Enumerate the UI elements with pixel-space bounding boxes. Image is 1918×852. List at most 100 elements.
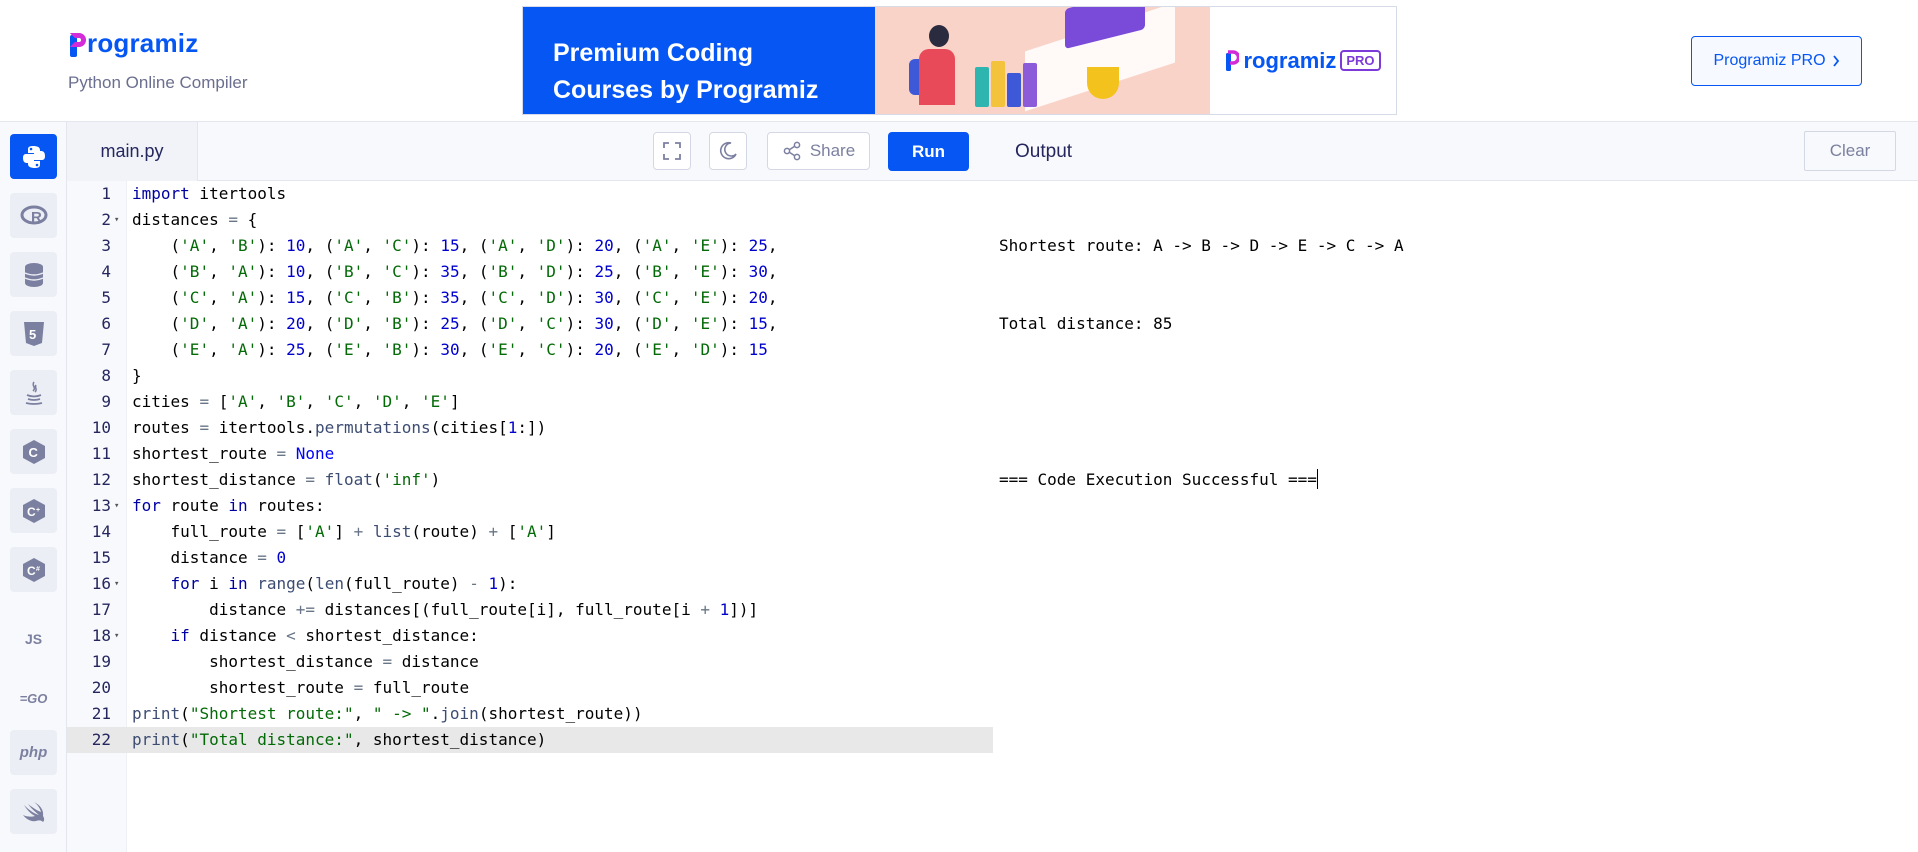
code-line[interactable]: 3 ('A', 'B'): 10, ('A', 'C'): 15, ('A', … [67, 233, 993, 259]
code-text: ('B', 'A'): 10, ('B', 'C'): 35, ('B', 'D… [132, 262, 778, 281]
line-number: 17 [91, 600, 111, 619]
code-text: shortest_route = full_route [132, 678, 470, 697]
output-line: === Code Execution Successful === [999, 467, 1404, 493]
fold-toggle-icon[interactable]: ▾ [114, 207, 119, 233]
programiz-logo[interactable]: rogramiz [68, 28, 198, 59]
swift-icon[interactable] [10, 789, 57, 834]
line-number: 9 [101, 392, 111, 411]
code-editor[interactable]: 1 import itertools 2 ▾ distances = {3 ('A', … [67, 181, 993, 852]
code-text: distance = 0 [132, 548, 287, 567]
code-line[interactable]: 10 routes = itertools.permutations(cities… [67, 415, 993, 441]
line-number: 7 [101, 340, 111, 359]
output-line: Shortest route: A -> B -> D -> E -> C ->… [999, 236, 1404, 255]
svg-text:+: + [36, 507, 40, 514]
code-line[interactable]: 17 distance += distances[(full_route[i],… [67, 597, 993, 623]
line-number: 4 [101, 262, 111, 281]
code-line[interactable]: 1 import itertools [67, 181, 993, 207]
line-number: 5 [101, 288, 111, 307]
svg-text:R: R [31, 209, 42, 226]
code-line[interactable]: 12 shortest_distance = float('inf') [67, 467, 993, 493]
code-line[interactable]: 11 shortest_route = None [67, 441, 993, 467]
code-line[interactable]: 15 distance = 0 [67, 545, 993, 571]
html5-icon[interactable]: 5 [10, 311, 57, 356]
line-number: 14 [91, 522, 111, 541]
csharp-icon[interactable]: C # [10, 547, 57, 592]
language-sidebar: R 5 C C + C # JS =GO php [0, 122, 67, 852]
code-line[interactable]: 6 ('D', 'A'): 20, ('D', 'B'): 25, ('D', … [67, 311, 993, 337]
line-number: 10 [91, 418, 111, 437]
code-text: import itertools [132, 184, 287, 203]
go-icon[interactable]: =GO [10, 676, 57, 721]
fullscreen-icon [663, 142, 681, 160]
share-icon [783, 141, 801, 161]
code-line[interactable]: 20 shortest_route = full_route [67, 675, 993, 701]
theme-toggle-button[interactable] [709, 132, 747, 170]
banner-brand: rogramiz PRO [1210, 7, 1396, 114]
svg-text:C: C [27, 505, 36, 519]
line-number: 3 [101, 236, 111, 255]
code-text: shortest_distance = distance [132, 652, 479, 671]
line-number: 18 [91, 626, 111, 645]
code-line[interactable]: 16 ▾ for i in range(len(full_route) - 1): [67, 571, 993, 597]
python-icon[interactable] [10, 134, 57, 179]
output-line: Total distance: 85 [999, 314, 1173, 333]
code-text: full_route = ['A'] + list(route) + ['A'] [132, 522, 556, 541]
output-console[interactable]: Shortest route: A -> B -> D -> E -> C ->… [999, 181, 1404, 545]
text-cursor [1316, 469, 1318, 489]
line-number: 20 [91, 678, 111, 697]
line-number: 6 [101, 314, 111, 333]
output-success-text: === Code Execution Successful === [999, 470, 1317, 489]
banner-brand-text: rogramiz [1243, 47, 1337, 73]
code-line[interactable]: 18 ▾ if distance < shortest_distance: [67, 623, 993, 649]
line-number: 22 [91, 730, 111, 749]
clear-button[interactable]: Clear [1804, 131, 1896, 171]
code-text: print("Total distance:", shortest_distan… [132, 730, 547, 749]
file-tab-main[interactable]: main.py [67, 122, 198, 181]
top-header: rogramiz Python Online Compiler Premium … [0, 0, 1918, 122]
cplusplus-icon[interactable]: C + [10, 488, 57, 533]
fold-toggle-icon[interactable]: ▾ [114, 571, 119, 597]
programiz-logo-mark [68, 29, 86, 59]
code-line[interactable]: 14 full_route = ['A'] + list(route) + ['… [67, 519, 993, 545]
code-line[interactable]: 9 cities = ['A', 'B', 'C', 'D', 'E'] [67, 389, 993, 415]
code-line[interactable]: 13 ▾ for route in routes: [67, 493, 993, 519]
output-panel: Output Clear Shortest route: A -> B -> D… [993, 122, 1918, 852]
php-icon[interactable]: php [10, 730, 57, 775]
code-text: cities = ['A', 'B', 'C', 'D', 'E'] [132, 392, 460, 411]
code-line[interactable]: 2 ▾ distances = { [67, 207, 993, 233]
fullscreen-button[interactable] [653, 132, 691, 170]
fold-toggle-icon[interactable]: ▾ [114, 623, 119, 649]
fold-toggle-icon[interactable]: ▾ [114, 493, 119, 519]
javascript-icon[interactable]: JS [10, 616, 57, 661]
c-icon[interactable]: C [10, 429, 57, 474]
code-line[interactable]: 8} [67, 363, 993, 389]
code-line[interactable]: 22 print("Total distance:", shortest_dist… [67, 727, 993, 753]
code-line[interactable]: 19 shortest_distance = distance [67, 649, 993, 675]
line-number: 19 [91, 652, 111, 671]
r-icon[interactable]: R [10, 193, 57, 238]
code-line[interactable]: 7 ('E', 'A'): 25, ('E', 'B'): 30, ('E', … [67, 337, 993, 363]
database-icon[interactable] [10, 252, 57, 297]
run-button[interactable]: Run [888, 132, 969, 171]
banner-illustration [875, 7, 1210, 114]
code-text: for route in routes: [132, 496, 325, 515]
banner-text: Premium Coding Courses by Programiz [523, 7, 875, 114]
code-line[interactable]: 5 ('C', 'A'): 15, ('C', 'B'): 35, ('C', … [67, 285, 993, 311]
programiz-pro-button[interactable]: Programiz PRO [1691, 36, 1862, 86]
code-line[interactable]: 4 ('B', 'A'): 10, ('B', 'C'): 35, ('B', … [67, 259, 993, 285]
java-icon[interactable] [10, 370, 57, 415]
line-number: 15 [91, 548, 111, 567]
editor-panel: main.py Share Run 1 import itertools 2 ▾ dis… [67, 122, 993, 852]
code-text: for i in range(len(full_route) - 1): [170, 574, 518, 593]
page-subtitle: Python Online Compiler [68, 73, 248, 92]
promo-banner[interactable]: Premium Coding Courses by Programiz rogr… [522, 6, 1397, 115]
code-line[interactable]: 21 print("Shortest route:", " -> ".join(s… [67, 701, 993, 727]
code-text: ('D', 'A'): 20, ('D', 'B'): 25, ('D', 'C… [132, 314, 778, 333]
code-text: distance += distances[(full_route[i], fu… [132, 600, 759, 619]
trophy-icon [1087, 67, 1119, 99]
code-text: } [132, 366, 142, 385]
svg-text:C: C [28, 445, 38, 460]
line-number: 21 [91, 704, 111, 723]
share-button[interactable]: Share [767, 132, 870, 170]
code-text: ('C', 'A'): 15, ('C', 'B'): 35, ('C', 'D… [132, 288, 778, 307]
